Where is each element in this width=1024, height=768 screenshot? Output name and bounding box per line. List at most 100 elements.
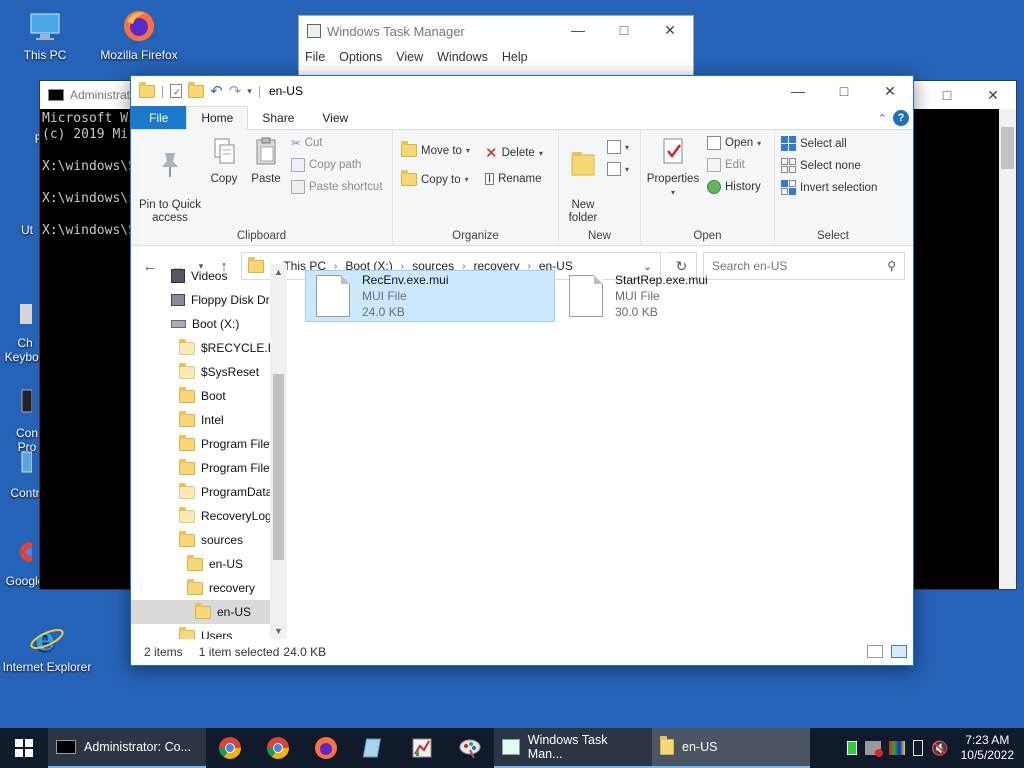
properties-button[interactable]: Properties ▾ (645, 136, 701, 199)
tab-home[interactable]: Home (186, 106, 249, 130)
paste-shortcut-button[interactable]: Paste shortcut (291, 180, 383, 194)
invert-selection-button[interactable]: Invert selection (781, 180, 877, 195)
task-manager-maximize-button[interactable]: □ (601, 16, 647, 44)
tab-view[interactable]: View (308, 106, 362, 129)
desktop-icon-this-pc[interactable]: This PC (0, 8, 93, 62)
tray-display-icon[interactable] (889, 741, 906, 755)
explorer-close-button[interactable]: ✕ (867, 76, 913, 106)
select-none-button[interactable]: Select none (781, 158, 861, 173)
move-to-button[interactable]: Move to ▾ (401, 141, 470, 157)
task-manager-window[interactable]: Windows Task Manager — □ ✕ File Options … (298, 15, 694, 77)
nav-item[interactable]: RecoveryLogs (131, 504, 270, 528)
delete-button[interactable]: ✕ Delete ▾ (485, 144, 543, 162)
file-item[interactable]: StartRep.exe.mui MUI File 30.0 KB (559, 270, 809, 322)
nav-item[interactable]: $RECYCLE.BIN (131, 336, 270, 360)
pin-to-quick-access-button[interactable]: Pin to Quick access (135, 136, 205, 225)
nav-scrollbar[interactable]: ▲ ▼ (270, 264, 287, 639)
menu-view[interactable]: View (396, 50, 423, 64)
console-maximize-button[interactable]: □ (924, 81, 970, 109)
desktop-icon-internet-explorer[interactable]: e Internet Explorer (0, 620, 97, 674)
folder-icon (179, 626, 195, 639)
history-button[interactable]: History (707, 180, 761, 194)
details-view-icon[interactable] (867, 645, 883, 658)
scroll-up-icon[interactable]: ▲ (270, 264, 287, 280)
taskbar-console[interactable]: Administrator: Co... (48, 728, 206, 768)
tray-app-icon[interactable] (847, 741, 858, 755)
nav-item[interactable]: Intel (131, 408, 270, 432)
undo-icon[interactable]: ↶ (210, 82, 223, 100)
select-all-button[interactable]: Select all (781, 136, 847, 151)
menu-windows[interactable]: Windows (437, 50, 488, 64)
nav-item[interactable]: sources (131, 528, 270, 552)
file-item[interactable]: RecEnv.exe.mui MUI File 24.0 KB (305, 270, 555, 322)
invert-selection-icon (781, 180, 796, 195)
tray-usb-icon[interactable] (913, 740, 924, 756)
console-scroll-thumb[interactable] (1001, 127, 1014, 169)
taskbar-task-manager[interactable]: Windows Task Man... (494, 728, 652, 768)
file-explorer-window[interactable]: | ✓ ↶ ↷ ▾ | en-US — □ ✕ File Home Share … (130, 75, 914, 666)
nav-item[interactable]: $SysReset (131, 360, 270, 384)
help-icon[interactable]: ? (893, 110, 909, 126)
nav-item-label: en-US (217, 605, 252, 619)
explorer-maximize-button[interactable]: □ (821, 76, 867, 106)
qat-customize-icon[interactable]: ▾ (247, 86, 252, 97)
nav-item[interactable]: Boot (131, 384, 270, 408)
taskbar-paint[interactable] (446, 728, 494, 768)
console-close-button[interactable]: ✕ (970, 81, 1016, 109)
task-manager-close-button[interactable]: ✕ (647, 16, 693, 44)
large-icons-view-icon[interactable] (891, 645, 907, 658)
nav-item[interactable]: Floppy Disk Dri (131, 288, 270, 312)
nav-item[interactable]: Program Files (131, 432, 270, 456)
nav-item[interactable]: en-US (131, 552, 270, 576)
nav-item[interactable]: Videos (131, 264, 270, 288)
properties-qat-icon[interactable]: ✓ (170, 84, 183, 98)
nav-item[interactable]: Users (131, 624, 270, 639)
chrome-icon (219, 737, 241, 759)
explorer-titlebar[interactable]: | ✓ ↶ ↷ ▾ | en-US — □ ✕ (131, 76, 913, 106)
volume-muted-icon[interactable]: 🔇 (931, 740, 948, 757)
paste-button[interactable]: Paste (247, 136, 285, 186)
taskbar-chrome-1[interactable] (206, 728, 254, 768)
nav-item[interactable]: Program Files (131, 456, 270, 480)
tray-network-error-icon[interactable] (865, 741, 884, 757)
tab-file[interactable]: File (131, 106, 187, 129)
start-button[interactable] (0, 728, 48, 768)
taskbar-chrome-2[interactable] (254, 728, 302, 768)
paste-shortcut-icon (291, 180, 305, 194)
ribbon-group-open: Properties ▾ Open ▾ Edit History Open (641, 130, 775, 245)
copy-to-button[interactable]: Copy to ▾ (401, 170, 469, 186)
new-folder-qat-icon[interactable] (188, 81, 205, 98)
easy-access-button[interactable]: ▾ (607, 162, 629, 176)
nav-item[interactable]: Boot (X:) (131, 312, 270, 336)
tab-share[interactable]: Share (248, 106, 308, 129)
taskbar-explorer[interactable]: en-US (652, 728, 810, 768)
taskbar-notepad[interactable] (350, 728, 398, 768)
copy-path-button[interactable]: Copy path (291, 158, 361, 172)
cut-button[interactable]: ✂ Cut (291, 136, 323, 150)
edit-button[interactable]: Edit (707, 158, 745, 172)
task-manager-minimize-button[interactable]: — (555, 16, 601, 44)
nav-scroll-thumb[interactable] (273, 374, 284, 560)
new-item-button[interactable]: ▾ (607, 140, 629, 154)
this-pc-icon (27, 8, 63, 44)
menu-help[interactable]: Help (502, 50, 528, 64)
open-button[interactable]: Open ▾ (707, 136, 761, 150)
new-folder-button[interactable]: New folder (563, 136, 603, 225)
explorer-minimize-button[interactable]: — (775, 76, 821, 106)
nav-item[interactable]: recovery (131, 576, 270, 600)
nav-item[interactable]: ProgramData (131, 480, 270, 504)
rename-button[interactable]: I Rename (485, 173, 542, 185)
taskbar-firefox[interactable] (302, 728, 350, 768)
clock[interactable]: 7:23 AM 10/5/2022 (961, 733, 1014, 763)
console-scrollbar[interactable] (999, 109, 1016, 589)
nav-item[interactable]: en-US (131, 600, 270, 624)
scroll-down-icon[interactable]: ▼ (270, 623, 287, 639)
redo-icon[interactable]: ↷ (229, 82, 242, 100)
taskbar-explorer-label: en-US (682, 740, 718, 754)
menu-options[interactable]: Options (339, 50, 382, 64)
desktop-icon-firefox[interactable]: Mozilla Firefox (91, 8, 187, 62)
menu-file[interactable]: File (305, 50, 325, 64)
taskbar-chart-app[interactable] (398, 728, 446, 768)
ribbon-expand-icon[interactable]: ⌃ (878, 112, 887, 125)
copy-button[interactable]: Copy (207, 136, 241, 186)
